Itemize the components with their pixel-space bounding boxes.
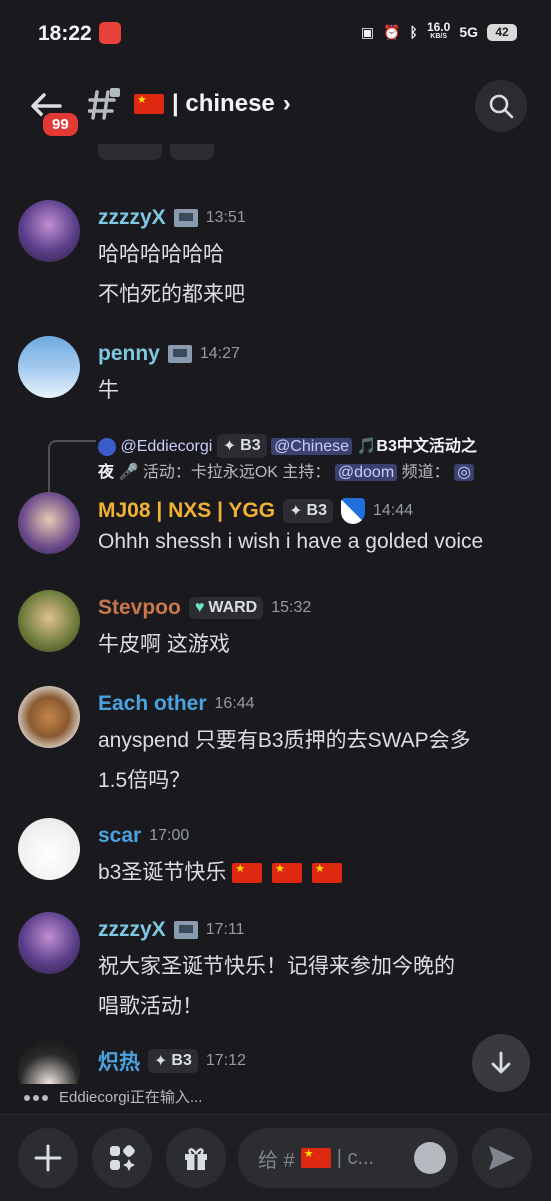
chevron-right-icon: › [282, 90, 291, 117]
timestamp: 17:00 [149, 827, 190, 844]
username[interactable]: scar [98, 824, 141, 848]
channel-header: 99 | chinese › [0, 70, 551, 144]
notification-app-icon [99, 22, 121, 44]
reply-avatar [98, 437, 116, 456]
typing-dots-icon [24, 1088, 51, 1105]
china-flag-icon [134, 93, 164, 114]
reply-connector [48, 440, 96, 492]
message-list[interactable]: zzzzyX 13:51 哈哈哈哈哈哈 不怕死的都来吧 penny 14:27 … [0, 144, 551, 1084]
username[interactable]: Stevpoo [98, 596, 181, 620]
signal-5g: 5G [459, 24, 478, 40]
network-speed: 16.0 KB/S [426, 20, 451, 40]
server-tag: ✦ B3 [148, 1049, 198, 1073]
nfc-icon: ▣ [360, 23, 375, 40]
timestamp: 14:27 [199, 345, 240, 362]
composer-bar: 给 # | c... [0, 1114, 551, 1201]
message-text: 唱歌活动！ [98, 995, 203, 1018]
reaction-chip[interactable] [98, 144, 162, 160]
timestamp: 14:44 [372, 502, 414, 519]
message-text: 哈哈哈哈哈哈 [98, 243, 224, 266]
computer-icon [173, 921, 198, 939]
username[interactable]: 炽热 [98, 1046, 140, 1076]
unread-badge: 99 [40, 110, 81, 139]
reply-preview-cont: 夜 🎤 活动：卡拉永远OK 主持： @doom 频道： ◎ [98, 458, 475, 482]
timestamp: 13:51 [205, 209, 246, 226]
gift-button[interactable] [166, 1128, 226, 1188]
user-mention[interactable]: @doom [334, 464, 398, 481]
username[interactable]: zzzzyX [98, 206, 166, 230]
shield-badge-icon [340, 498, 365, 524]
search-button[interactable] [475, 80, 527, 132]
jump-to-bottom-button[interactable] [472, 1034, 530, 1092]
timestamp: 17:11 [205, 921, 245, 938]
china-flag-emoji [272, 862, 303, 884]
message-text: 祝大家圣诞节快乐！记得来参加今晚的 [98, 955, 455, 978]
reply-preview[interactable]: @Eddiecorgi ✦ B3 @Chinese 🎵B3中文活动之 [98, 432, 477, 458]
emoji-icon[interactable] [414, 1142, 446, 1174]
avatar[interactable] [18, 818, 80, 880]
add-button[interactable] [18, 1128, 78, 1188]
server-tag: ♥ WARD [188, 597, 264, 619]
avatar[interactable] [18, 1040, 80, 1084]
message-text: 不怕死的都来吧 [98, 283, 245, 306]
heart-icon: ♥ [194, 599, 205, 616]
username[interactable]: penny [98, 342, 160, 366]
timestamp: 16:44 [214, 695, 255, 712]
computer-icon [167, 345, 192, 363]
status-indicators: ▣ ⏰ ᛒ 16.0 KB/S 5G 42 [360, 20, 517, 42]
china-flag-icon [300, 1147, 331, 1168]
message-text: anyspend 只要有B3质押的去SWAP会多 [98, 729, 471, 752]
server-tag: ✦ B3 [216, 434, 267, 458]
timestamp: 15:32 [271, 599, 312, 616]
message-text: Ohhh shessh i wish i have a golded voice [98, 530, 484, 553]
avatar[interactable] [18, 590, 80, 652]
status-bar: 18:22 ▣ ⏰ ᛒ 16.0 KB/S 5G 42 [0, 0, 551, 70]
avatar[interactable] [18, 336, 80, 398]
username[interactable]: MJ08 | NXS | YGG [98, 499, 275, 523]
search-icon [489, 94, 514, 119]
microphone-icon: 🎤 [118, 464, 139, 481]
avatar[interactable] [18, 686, 80, 748]
add-reaction-chip[interactable] [170, 144, 214, 160]
apps-icon [110, 1145, 135, 1171]
server-tag: ✦ B3 [283, 499, 333, 523]
message-text: 牛 [98, 379, 119, 402]
channel-title[interactable]: | chinese › [134, 90, 291, 118]
china-flag-emoji [311, 862, 342, 884]
send-button[interactable] [472, 1128, 532, 1188]
text-channel-icon [88, 88, 120, 120]
timestamp: 17:12 [205, 1052, 246, 1069]
bluetooth-icon: ᛒ [409, 24, 418, 40]
channel-icon[interactable]: ◎ [454, 464, 475, 481]
apps-button[interactable] [92, 1128, 152, 1188]
avatar[interactable] [18, 200, 80, 262]
avatar[interactable] [18, 912, 80, 974]
message-input[interactable]: 给 # | c... [238, 1128, 458, 1188]
reactions-row [98, 144, 214, 160]
message-text: b3圣诞节快乐 [98, 861, 227, 884]
alarm-icon: ⏰ [383, 23, 401, 40]
computer-icon [173, 209, 198, 227]
avatar[interactable] [18, 492, 80, 554]
send-icon [489, 1146, 515, 1170]
gift-icon [185, 1148, 207, 1170]
message-text: 牛皮啊 这游戏 [98, 633, 230, 656]
typing-indicator: Eddiecorgi正在输入... [24, 1086, 202, 1107]
plus-icon [34, 1144, 62, 1172]
arrow-down-icon [491, 1051, 511, 1074]
username[interactable]: Each other [98, 692, 207, 716]
username[interactable]: zzzzyX [98, 918, 166, 942]
battery-icon: 42 [487, 23, 517, 41]
status-time: 18:22 [38, 22, 92, 45]
china-flag-emoji [232, 862, 263, 884]
role-mention[interactable]: @Chinese [271, 438, 353, 455]
message-text: 1.5倍吗？ [98, 769, 191, 792]
